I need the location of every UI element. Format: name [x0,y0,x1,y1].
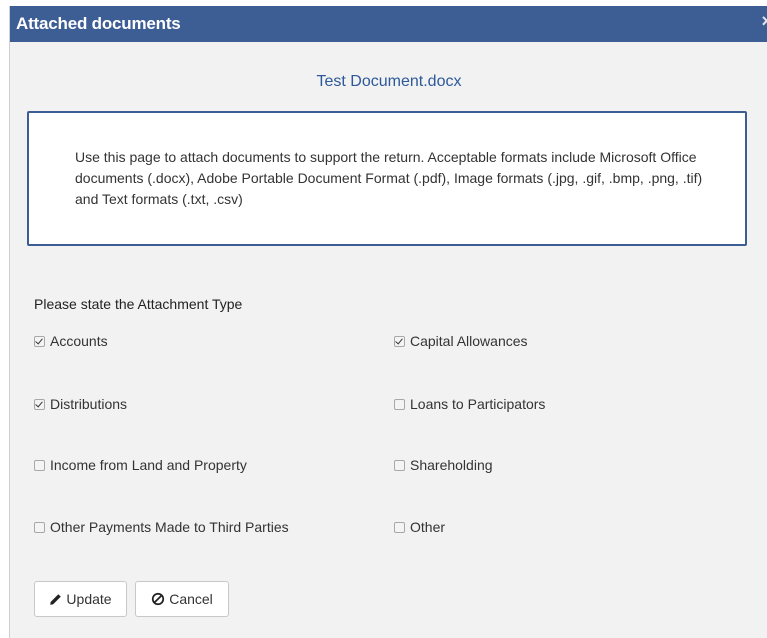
checkbox-capital-allowances[interactable]: Capital Allowances [394,333,528,349]
update-button[interactable]: Update [34,581,127,617]
ban-icon [151,592,165,606]
checkbox-label: Distributions [50,396,128,412]
cancel-button[interactable]: Cancel [135,581,229,617]
info-text: Use this page to attach documents to sup… [75,149,703,207]
attached-documents-dialog: Attached documents × Test Document.docx … [9,6,767,638]
checkbox-label: Shareholding [410,457,493,473]
checkbox-label: Other [410,519,446,535]
dialog-title: Attached documents [16,14,181,33]
close-icon[interactable]: × [761,11,767,32]
attachment-type-label: Please state the Attachment Type [34,296,243,312]
checkbox-box[interactable] [394,335,405,347]
checkbox-income-from-land-and-property[interactable]: Income from Land and Property [34,457,247,473]
checkbox-box[interactable] [34,521,45,533]
checkbox-box[interactable] [34,398,45,410]
checkbox-box[interactable] [394,398,405,410]
dialog-titlebar: Attached documents × [10,6,767,42]
checkbox-box[interactable] [394,521,405,533]
checkbox-box[interactable] [34,459,45,471]
checkbox-label: Income from Land and Property [50,457,247,473]
pencil-icon [49,593,62,606]
checkbox-label: Other Payments Made to Third Parties [50,519,289,535]
checkbox-other[interactable]: Other [394,519,445,535]
checkbox-label: Accounts [50,333,108,349]
info-panel: Use this page to attach documents to sup… [27,111,747,246]
checkbox-other-payments-third-parties[interactable]: Other Payments Made to Third Parties [34,519,289,535]
update-label: Update [66,591,112,607]
checkbox-label: Loans to Participators [410,396,546,412]
checkbox-box[interactable] [34,335,45,347]
checkbox-box[interactable] [394,459,405,471]
document-name: Test Document.docx [316,73,462,90]
checkbox-distributions[interactable]: Distributions [34,396,127,412]
cancel-label: Cancel [169,591,213,607]
checkbox-accounts[interactable]: Accounts [34,333,108,349]
checkbox-label: Capital Allowances [410,333,528,349]
checkbox-shareholding[interactable]: Shareholding [394,457,493,473]
checkbox-loans-to-participators[interactable]: Loans to Participators [394,396,545,412]
